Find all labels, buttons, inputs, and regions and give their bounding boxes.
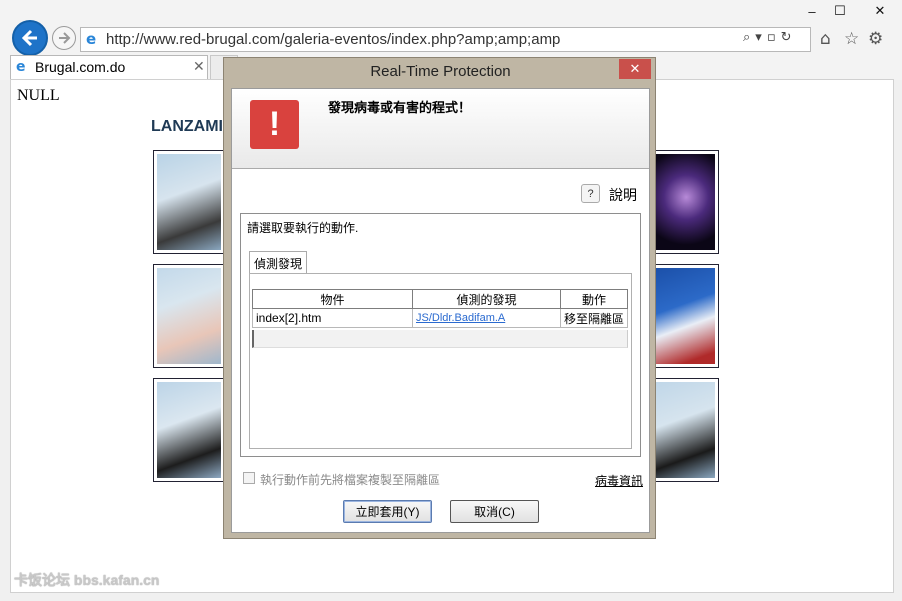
choose-action-label: 請選取要執行的動作. — [247, 221, 359, 235]
home-icon[interactable]: ⌂ — [820, 29, 831, 49]
virus-info-link[interactable]: 病毒資訊 — [595, 472, 643, 489]
close-window-button[interactable]: ✕ — [858, 2, 902, 20]
gallery-photo[interactable] — [153, 150, 225, 254]
gallery-photo[interactable] — [647, 264, 719, 368]
gallery-photo[interactable] — [153, 264, 225, 368]
detection-link[interactable]: JS/Dldr.Badifam.A — [412, 308, 561, 328]
action-panel: 請選取要執行的動作. 偵測發現 物件 偵測的發現 動作 index[2].htm — [240, 213, 641, 457]
realtime-protection-dialog: Real-Time Protection ✕ ! 發現病毒或有害的程式！ ? 說… — [223, 57, 656, 539]
address-bar[interactable]: e http://www.red-brugal.com/galeria-even… — [80, 27, 811, 52]
alert-header: ! 發現病毒或有害的程式！ — [232, 89, 649, 169]
favorites-star-icon[interactable]: ☆ — [844, 29, 859, 49]
null-text: NULL — [17, 87, 60, 104]
column-header[interactable]: 物件 — [252, 289, 413, 309]
column-header[interactable]: 動作 — [560, 289, 628, 309]
back-button[interactable] — [12, 20, 48, 56]
minimize-button[interactable]: ‒ — [798, 2, 826, 20]
help-icon[interactable]: ? — [581, 184, 600, 203]
detections-tab-panel: 物件 偵測的發現 動作 index[2].htm JS/Dldr.Badifam… — [249, 273, 632, 449]
ie-logo-icon: e — [16, 59, 26, 75]
action-cell[interactable]: 移至隔離區 — [560, 308, 628, 328]
apply-now-button[interactable]: 立即套用(Y) — [343, 500, 432, 523]
forward-arrow-icon — [59, 32, 71, 44]
ie-logo-icon: e — [86, 30, 97, 48]
table-row[interactable]: index[2].htm JS/Dldr.Badifam.A 移至隔離區 — [252, 308, 628, 328]
table-empty-area — [252, 330, 628, 348]
dialog-title: Real-Time Protection — [370, 63, 511, 80]
forum-watermark: 卡饭论坛 bbs.kafan.cn — [14, 572, 160, 588]
search-icon[interactable]: ⌕▾ — [743, 30, 767, 45]
help-link[interactable]: 說明 — [609, 185, 637, 205]
close-tab-icon[interactable]: ✕ — [193, 58, 205, 75]
dialog-body: ! 發現病毒或有害的程式！ ? 說明 請選取要執行的動作. 偵測發現 物件 偵測… — [231, 88, 650, 533]
gallery-photo[interactable] — [647, 378, 719, 482]
column-header[interactable]: 偵測的發現 — [412, 289, 561, 309]
browser-tab[interactable]: e Brugal.com.do ✕ — [10, 55, 208, 79]
gear-icon[interactable]: ⚙ — [868, 29, 883, 49]
back-arrow-icon — [21, 29, 37, 47]
page-heading: LANZAMI — [151, 118, 223, 135]
gallery-photo[interactable] — [153, 378, 225, 482]
refresh-icon[interactable]: ↻ — [781, 30, 797, 45]
object-cell: index[2].htm — [252, 308, 413, 328]
forward-button[interactable] — [52, 26, 76, 50]
tab-title: Brugal.com.do — [35, 59, 126, 75]
alert-title: 發現病毒或有害的程式！ — [328, 100, 472, 115]
gallery-photo[interactable] — [647, 150, 719, 254]
tab-detections[interactable]: 偵測發現 — [249, 251, 307, 274]
copy-to-quarantine-checkbox[interactable] — [243, 472, 255, 484]
security-icon: ▫ — [766, 30, 781, 45]
copy-to-quarantine-label: 執行動作前先將檔案複製至隔離區 — [260, 473, 441, 487]
warning-icon: ! — [250, 100, 299, 149]
cancel-button[interactable]: 取消(C) — [450, 500, 539, 523]
dialog-close-button[interactable]: ✕ — [619, 59, 651, 79]
detections-table: 物件 偵測的發現 動作 index[2].htm JS/Dldr.Badifam… — [252, 289, 628, 328]
maximize-button[interactable]: ☐ — [826, 2, 854, 20]
address-tools[interactable]: ⌕▾▫↻ — [743, 30, 797, 45]
url-text[interactable]: http://www.red-brugal.com/galeria-evento… — [106, 31, 560, 48]
